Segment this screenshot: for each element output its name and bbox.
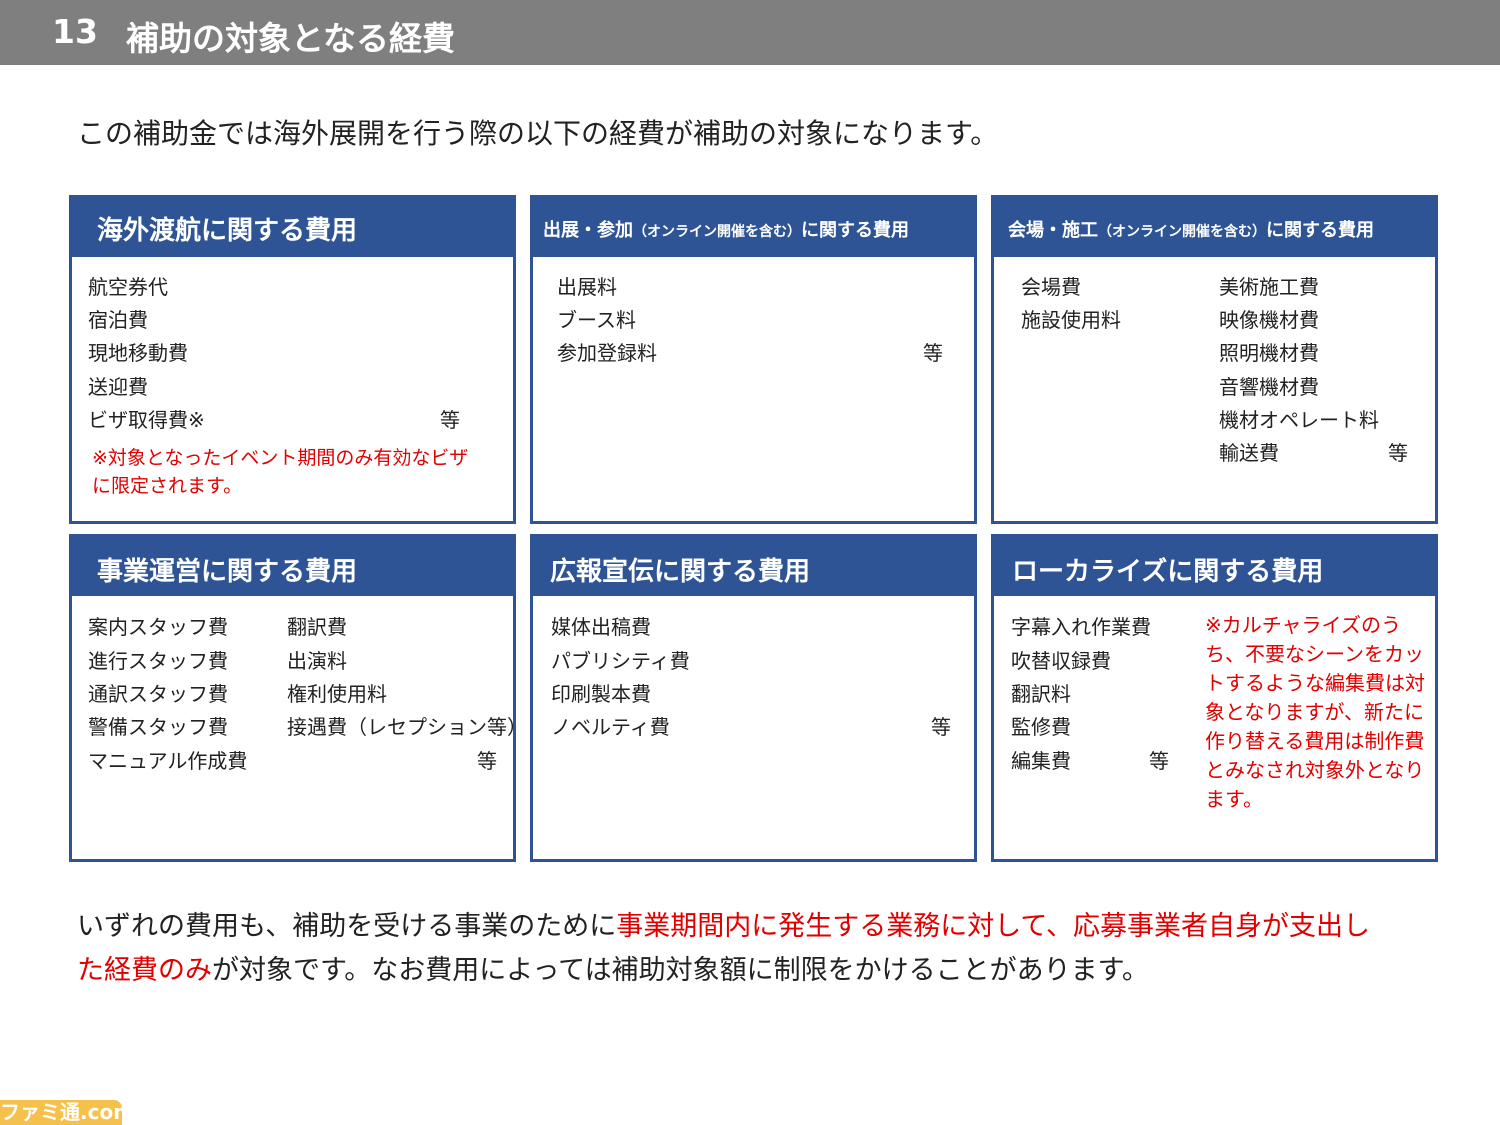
- card-operation: 事業運営に関する費用 案内スタッフ費 進行スタッフ費 通訳スタッフ費 警備スタッ…: [69, 534, 527, 862]
- list-item: 警備スタッフ費: [88, 715, 228, 739]
- list-item: 出演料: [287, 649, 347, 673]
- card-venue: 会場・施工（オンライン開催を含む）に関する費用 会場費 施設使用料 美術施工費 …: [991, 195, 1438, 524]
- list-item: 輸送費: [1219, 441, 1279, 465]
- list-item: 案内スタッフ費: [88, 615, 228, 639]
- list-item: 吹替収録費: [1011, 649, 1111, 673]
- card-localize: ローカライズに関する費用 字幕入れ作業費 吹替収録費 翻訳料 監修費 編集費 等…: [991, 534, 1438, 862]
- slide-number: 13: [52, 12, 98, 51]
- card-exhibit: 出展・参加（オンライン開催を含む）に関する費用 出展料 ブース料 参加登録料 等: [530, 195, 977, 524]
- slide-title: 補助の対象となる経費: [126, 19, 456, 58]
- list-item: ブース料: [557, 308, 636, 332]
- list-item: 権利使用料: [287, 682, 387, 706]
- card-operation-title: 事業運営に関する費用: [72, 537, 513, 596]
- card-travel: 海外渡航に関する費用 航空券代 宿泊費 現地移動費 送迎費 ビザ取得費※ 等 ※…: [69, 195, 516, 524]
- list-item: 美術施工費: [1219, 275, 1319, 299]
- list-item: 接遇費（レセプション等）: [287, 715, 527, 739]
- list-item: 会場費: [1021, 275, 1081, 299]
- list-item: パブリシティ費: [551, 649, 690, 673]
- list-item: マニュアル作成費: [88, 749, 248, 773]
- list-item: 施設使用料: [1021, 308, 1121, 332]
- list-item: 現地移動費: [88, 341, 188, 365]
- list-item: 参加登録料: [557, 341, 657, 365]
- list-item: 出展料: [557, 275, 617, 299]
- card-exhibit-title: 出展・参加（オンライン開催を含む）に関する費用: [533, 198, 974, 257]
- etc-label: 等: [1149, 749, 1169, 773]
- list-item: ノベルティ費: [551, 715, 670, 739]
- etc-label: 等: [1388, 441, 1408, 465]
- footer-text: いずれの費用も、補助を受ける事業のために事業期間内に発生する業務に対して、応募事…: [77, 911, 1371, 986]
- list-item: 照明機材費: [1219, 341, 1319, 365]
- etc-label: 等: [440, 408, 460, 432]
- list-item: 音響機材費: [1219, 375, 1319, 399]
- list-item: 翻訳費: [287, 615, 347, 639]
- list-item: 監修費: [1011, 715, 1071, 739]
- famitsu-logo: ファミ通.com: [0, 1100, 122, 1125]
- list-item: 媒体出稿費: [551, 615, 651, 639]
- card-pr-title: 広報宣伝に関する費用: [533, 537, 974, 596]
- etc-label: 等: [931, 715, 951, 739]
- etc-label: 等: [923, 341, 943, 365]
- title-bar: 13 補助の対象となる経費: [0, 0, 1500, 65]
- etc-label: 等: [477, 749, 497, 773]
- travel-note: ※対象となったイベント期間のみ有効なビザに限定されます。: [92, 447, 469, 497]
- card-localize-title: ローカライズに関する費用: [994, 537, 1435, 596]
- list-item: 機材オペレート料: [1219, 408, 1379, 432]
- card-travel-title: 海外渡航に関する費用: [72, 198, 513, 257]
- card-pr: 広報宣伝に関する費用 媒体出稿費 パブリシティ費 印刷製本費 ノベルティ費 等: [530, 534, 977, 862]
- intro-text: この補助金では海外展開を行う際の以下の経費が補助の対象になります。: [77, 117, 999, 150]
- list-item: 通訳スタッフ費: [88, 682, 228, 706]
- list-item: 送迎費: [88, 375, 148, 399]
- list-item: 編集費: [1011, 749, 1071, 773]
- list-item: 映像機材費: [1219, 308, 1319, 332]
- list-item: 進行スタッフ費: [88, 649, 228, 673]
- list-item: 宿泊費: [88, 308, 148, 332]
- list-item: 字幕入れ作業費: [1011, 615, 1151, 639]
- localize-note: ※カルチャライズのうち、不要なシーンをカットするような編集費は対象となりますが、…: [1205, 613, 1425, 811]
- list-item: 印刷製本費: [551, 682, 651, 706]
- list-item: 翻訳料: [1011, 682, 1071, 706]
- list-item: 航空券代: [88, 275, 168, 299]
- list-item: ビザ取得費※: [88, 408, 205, 432]
- card-venue-title: 会場・施工（オンライン開催を含む）に関する費用: [994, 198, 1435, 257]
